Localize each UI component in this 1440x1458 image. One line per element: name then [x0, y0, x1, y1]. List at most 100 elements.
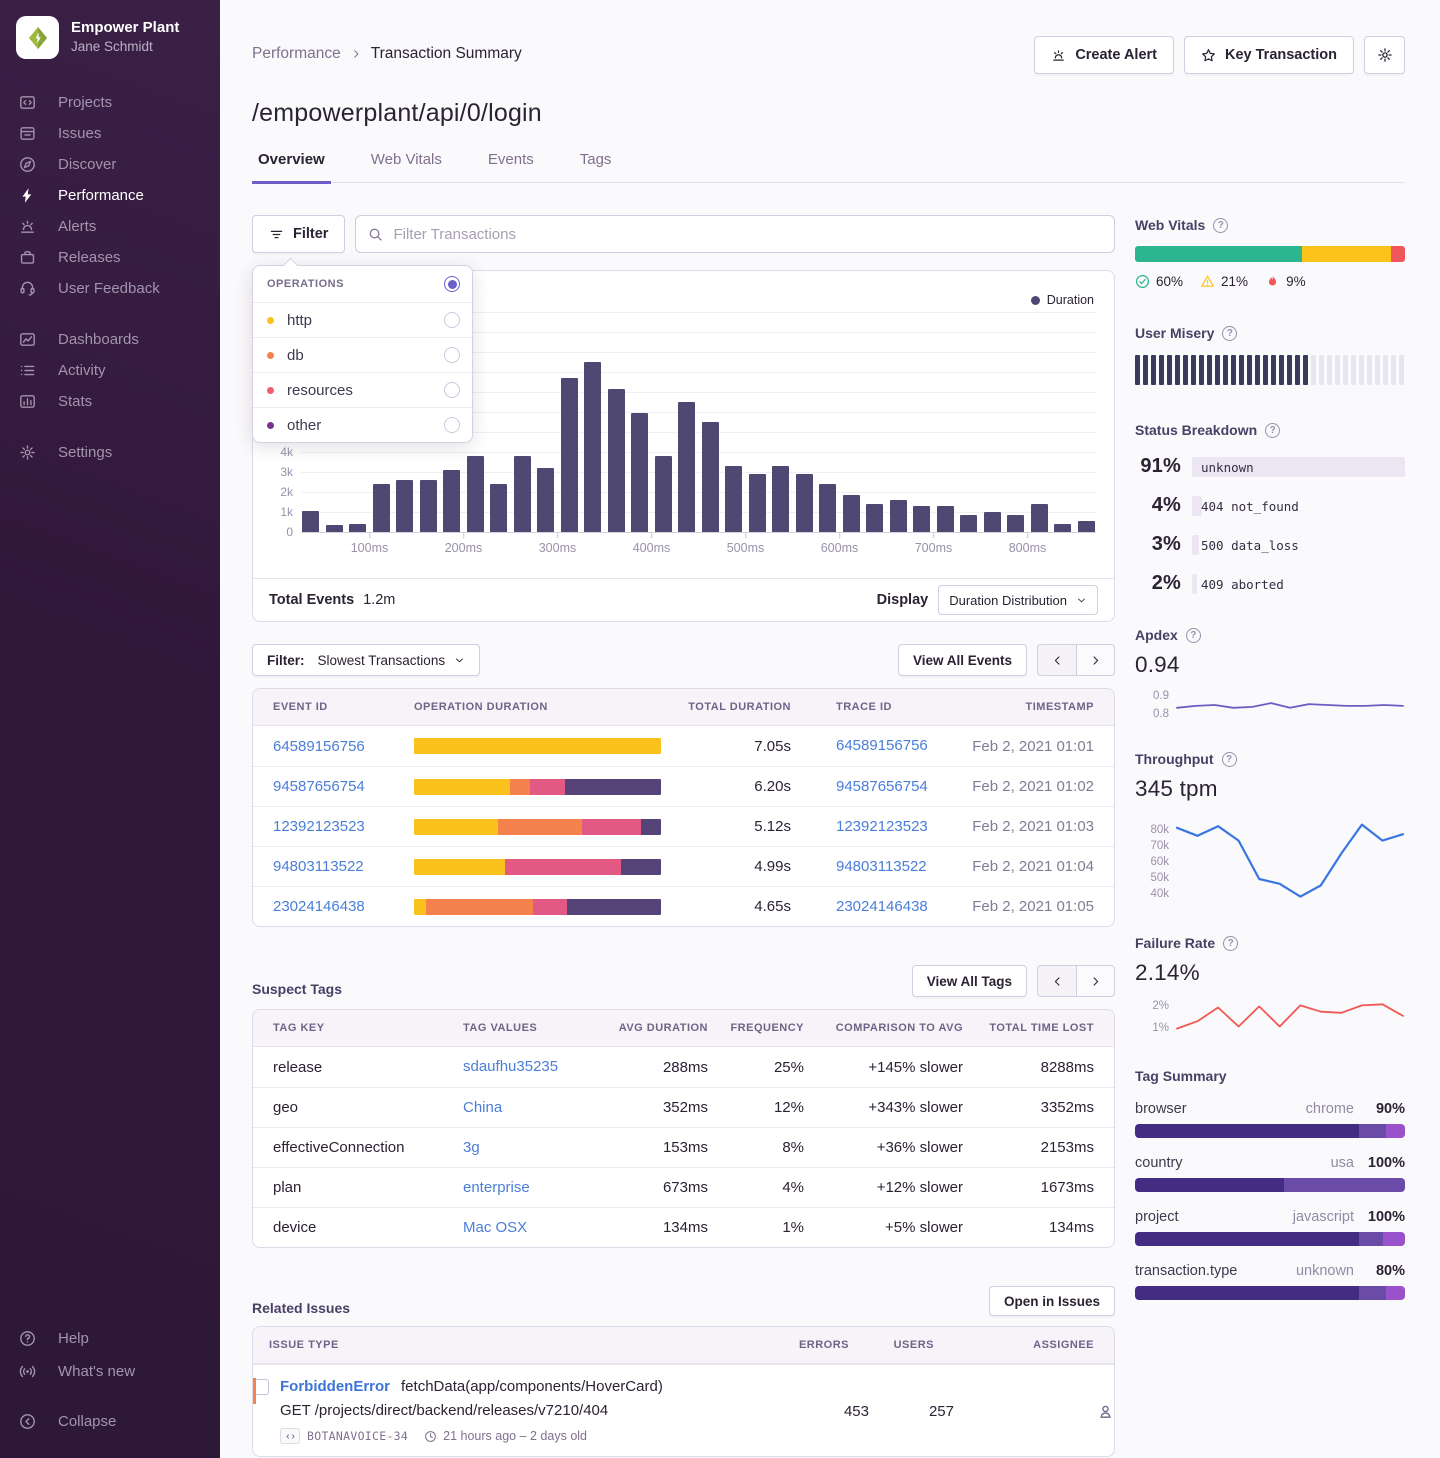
- operation-radio[interactable]: [444, 382, 460, 398]
- histogram-bar[interactable]: [537, 468, 554, 532]
- tag-value-link[interactable]: Mac OSX: [463, 1219, 527, 1236]
- breadcrumb-performance[interactable]: Performance: [252, 45, 341, 63]
- view-all-events-button[interactable]: View All Events: [898, 644, 1027, 676]
- operations-dropdown-header[interactable]: OPERATIONS: [253, 266, 472, 302]
- histogram-bar[interactable]: [396, 480, 413, 532]
- help-icon[interactable]: [1223, 936, 1238, 951]
- histogram-bar[interactable]: [490, 484, 507, 532]
- histogram-bar[interactable]: [420, 480, 437, 532]
- histogram-bar[interactable]: [608, 389, 625, 532]
- histogram-bar[interactable]: [561, 378, 578, 532]
- event-id-link[interactable]: 12392123523: [273, 818, 414, 835]
- histogram-bar[interactable]: [326, 525, 343, 532]
- histogram-bar[interactable]: [467, 456, 484, 532]
- histogram-bar[interactable]: [349, 524, 366, 532]
- pager-prev-button[interactable]: [1037, 644, 1076, 676]
- histogram-bar[interactable]: [937, 506, 954, 532]
- tag-value-link[interactable]: China: [463, 1099, 502, 1116]
- sidebar-item-issues[interactable]: Issues: [0, 118, 220, 149]
- tab-overview[interactable]: Overview: [252, 151, 331, 184]
- histogram-bar[interactable]: [443, 470, 460, 532]
- tag-summary-bar[interactable]: [1135, 1178, 1405, 1192]
- event-id-link[interactable]: 64589156756: [273, 738, 414, 755]
- histogram-bar[interactable]: [749, 474, 766, 532]
- tag-summary-bar[interactable]: [1135, 1124, 1405, 1138]
- histogram-bar[interactable]: [702, 422, 719, 532]
- issue-error-type-link[interactable]: ForbiddenError: [280, 1378, 390, 1395]
- key-transaction-button[interactable]: Key Transaction: [1184, 36, 1354, 74]
- sidebar-item-releases[interactable]: Releases: [0, 242, 220, 273]
- sidebar-item-performance[interactable]: Performance: [0, 180, 220, 211]
- org-switcher[interactable]: Empower Plant Jane Schmidt: [0, 16, 220, 59]
- tag-summary-bar[interactable]: [1135, 1286, 1405, 1300]
- histogram-bar[interactable]: [796, 474, 813, 532]
- sidebar-item-settings[interactable]: Settings: [0, 437, 220, 468]
- sidebar-item-dashboards[interactable]: Dashboards: [0, 324, 220, 355]
- tab-events[interactable]: Events: [482, 151, 540, 184]
- event-id-link[interactable]: 94587656754: [273, 778, 414, 795]
- operations-option-db[interactable]: db: [253, 337, 472, 372]
- search-input[interactable]: [393, 226, 1102, 243]
- histogram-bar[interactable]: [772, 466, 789, 532]
- sidebar-item-projects[interactable]: Projects: [0, 87, 220, 118]
- pager-next-button[interactable]: [1076, 644, 1115, 676]
- sidebar-item-help[interactable]: Help: [0, 1322, 220, 1355]
- create-alert-button[interactable]: Create Alert: [1034, 36, 1174, 74]
- histogram-bar[interactable]: [302, 511, 319, 532]
- help-icon[interactable]: [1222, 326, 1237, 341]
- operations-all-radio[interactable]: [444, 276, 460, 292]
- histogram-bar[interactable]: [819, 484, 836, 532]
- histogram-bar[interactable]: [960, 515, 977, 532]
- event-id-link[interactable]: 94803113522: [273, 858, 414, 875]
- pager-prev-button[interactable]: [1037, 965, 1076, 997]
- sidebar-item-discover[interactable]: Discover: [0, 149, 220, 180]
- histogram-bar[interactable]: [984, 512, 1001, 532]
- trace-id-link[interactable]: 23024146438: [836, 898, 928, 915]
- view-all-tags-button[interactable]: View All Tags: [912, 965, 1027, 997]
- display-select[interactable]: Duration Distribution: [938, 585, 1098, 615]
- histogram-bar[interactable]: [678, 402, 695, 532]
- help-icon[interactable]: [1213, 218, 1228, 233]
- histogram-bar[interactable]: [631, 413, 648, 532]
- help-icon[interactable]: [1186, 628, 1201, 643]
- tag-value-link[interactable]: enterprise: [463, 1179, 530, 1196]
- sidebar-item-what-s-new[interactable]: What's new: [0, 1355, 220, 1388]
- settings-gear-button[interactable]: [1364, 36, 1405, 74]
- sidebar-item-alerts[interactable]: Alerts: [0, 211, 220, 242]
- tag-summary-bar[interactable]: [1135, 1232, 1405, 1246]
- histogram-bar[interactable]: [1078, 521, 1095, 532]
- trace-id-link[interactable]: 12392123523: [836, 818, 928, 835]
- operation-radio[interactable]: [444, 312, 460, 328]
- histogram-bar[interactable]: [514, 456, 531, 532]
- open-in-issues-button[interactable]: Open in Issues: [989, 1286, 1115, 1316]
- histogram-bar[interactable]: [584, 362, 601, 532]
- help-icon[interactable]: [1222, 752, 1237, 767]
- tag-value-link[interactable]: 3g: [463, 1139, 480, 1156]
- tab-tags[interactable]: Tags: [574, 151, 618, 184]
- histogram-bar[interactable]: [1031, 504, 1048, 532]
- operation-radio[interactable]: [444, 347, 460, 363]
- pager-next-button[interactable]: [1076, 965, 1115, 997]
- histogram-bar[interactable]: [866, 504, 883, 532]
- trace-id-link[interactable]: 94803113522: [836, 858, 927, 875]
- sidebar-item-user-feedback[interactable]: User Feedback: [0, 273, 220, 304]
- histogram-bar[interactable]: [890, 500, 907, 532]
- operation-radio[interactable]: [444, 417, 460, 433]
- histogram-bar[interactable]: [655, 456, 672, 532]
- trace-id-link[interactable]: 64589156756: [836, 737, 928, 754]
- operations-option-other[interactable]: other: [253, 407, 472, 442]
- trace-id-link[interactable]: 94587656754: [836, 778, 928, 795]
- operations-option-http[interactable]: http: [253, 302, 472, 337]
- filter-button[interactable]: Filter: [252, 215, 345, 253]
- histogram-bar[interactable]: [373, 484, 390, 532]
- help-icon[interactable]: [1265, 423, 1280, 438]
- sidebar-item-stats[interactable]: Stats: [0, 386, 220, 417]
- sidebar-item-activity[interactable]: Activity: [0, 355, 220, 386]
- histogram-bar[interactable]: [1054, 524, 1071, 532]
- events-filter-select[interactable]: Filter: Slowest Transactions: [252, 644, 480, 676]
- histogram-bar[interactable]: [913, 506, 930, 532]
- histogram-bar[interactable]: [1007, 515, 1024, 532]
- assignee-button[interactable]: [954, 1403, 1114, 1420]
- sidebar-collapse-button[interactable]: Collapse: [0, 1405, 220, 1438]
- event-id-link[interactable]: 23024146438: [273, 898, 414, 915]
